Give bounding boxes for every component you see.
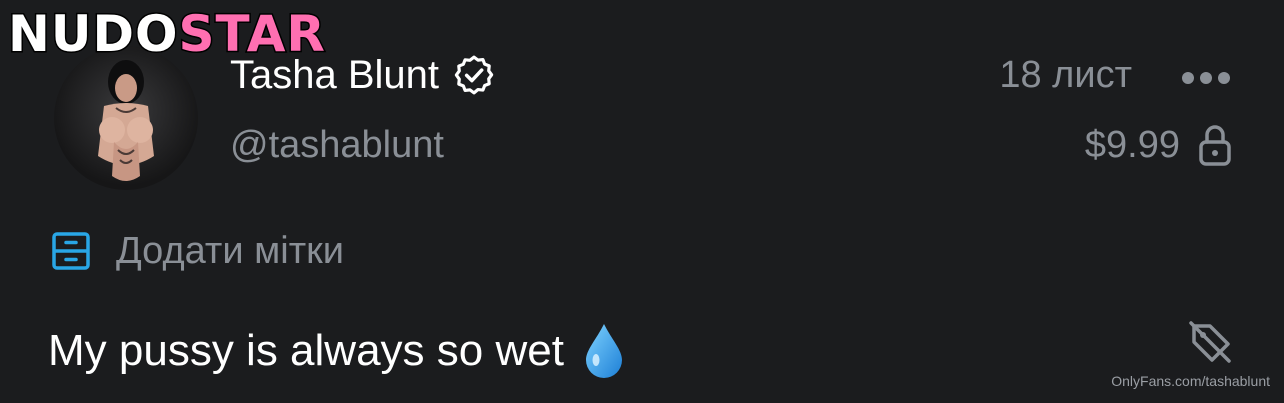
tag-off-icon [1189,321,1231,363]
add-tags-button[interactable]: Додати мітки [50,228,344,274]
watermark-logo-part2: STAR [177,4,326,65]
url-watermark: OnlyFans.com/tashablunt [1111,373,1270,389]
lock-icon [1199,125,1231,166]
author-handle[interactable]: @tashablunt [230,122,444,168]
label-drawer-icon [52,232,90,270]
avatar-image [98,60,154,181]
post-text: My pussy is always so wet [48,322,624,380]
post-caption: My pussy is always so wet [48,326,564,375]
more-options-button[interactable] [1178,62,1234,94]
post-date: 18 лист [999,54,1132,96]
droplet-emoji-icon [585,324,622,378]
post-price-row[interactable]: $9.99 [1085,122,1232,168]
tag-off-button[interactable] [1186,318,1234,366]
add-tags-label: Додати мітки [116,230,344,272]
verified-badge-icon [454,55,494,95]
more-horizontal-icon [1182,72,1230,84]
watermark-logo: NUDOSTAR [6,4,326,65]
avatar[interactable] [54,46,198,190]
watermark-logo-part1: NUDO [6,4,179,65]
post-price: $9.99 [1084,124,1180,166]
